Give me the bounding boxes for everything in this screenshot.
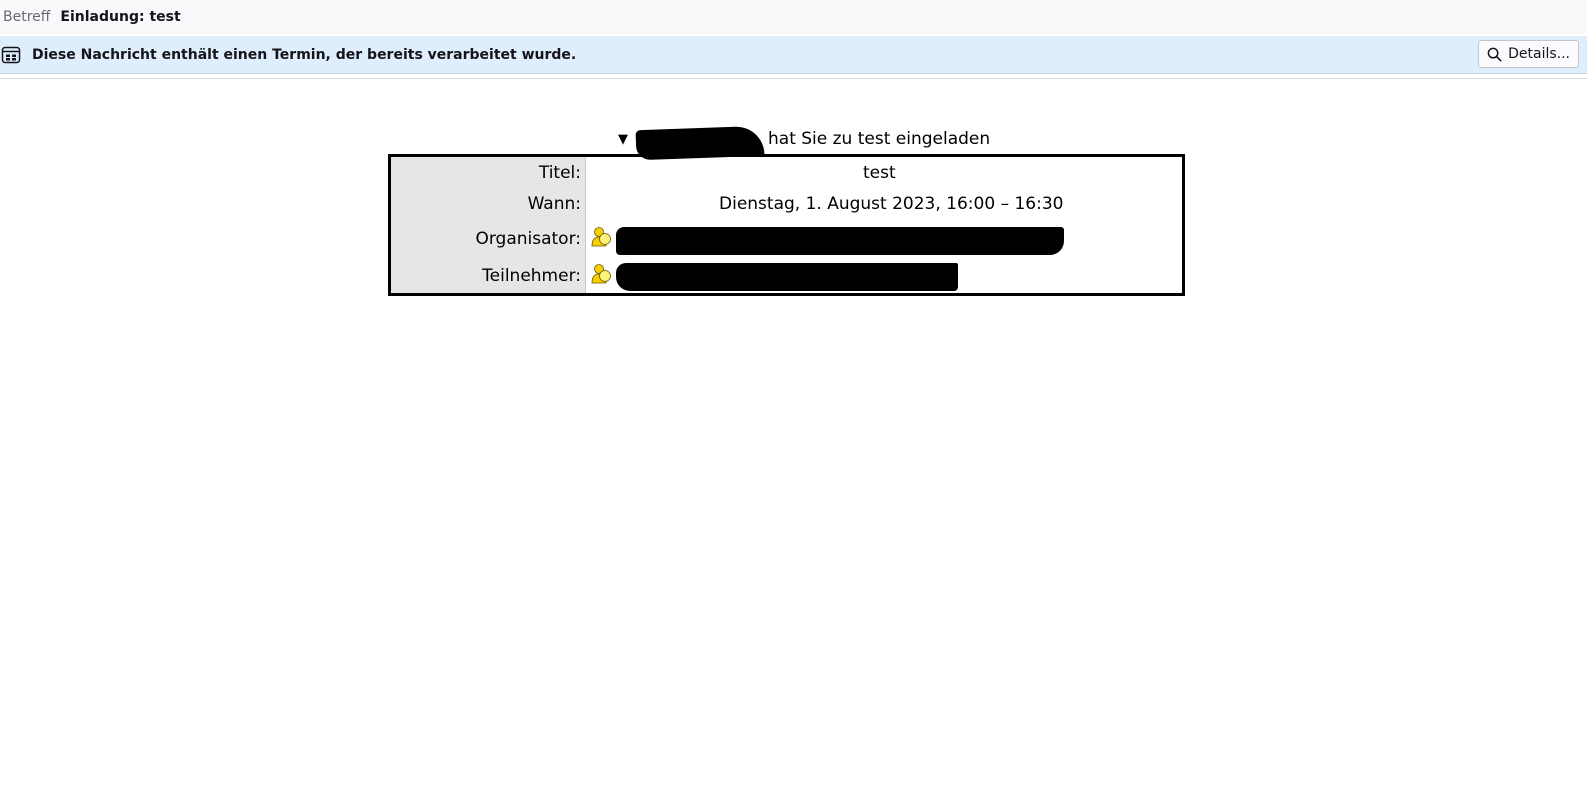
calendar-notification-bar: Diese Nachricht enthält einen Termin, de… [0,36,1587,74]
header-divider [0,78,1587,79]
value-column: test Dienstag, 1. August 2023, 16:00 – 1… [586,157,1182,293]
attendee-label: Teilnehmer: [482,266,581,286]
subject-value: Einladung: test [60,9,181,25]
subject-label: Betreff [3,9,51,25]
search-icon [1487,47,1502,62]
invitation-table: Titel: Wann: Organisator: Teilnehmer: te… [388,154,1185,296]
when-label: Wann: [527,194,581,214]
calendar-icon [0,44,22,66]
title-label: Titel: [538,163,581,183]
subject-row: Betreff Einladung: test [0,0,1587,34]
label-column: Titel: Wann: Organisator: Teilnehmer: [391,157,586,293]
redacted-attendee [616,263,958,291]
notification-text: Diese Nachricht enthält einen Termin, de… [32,46,577,63]
details-button-label: Details... [1508,46,1570,62]
disclosure-triangle-icon: ▼ [618,131,628,147]
person-icon [591,263,613,285]
redacted-organizer [616,227,1064,255]
details-button[interactable]: Details... [1478,40,1579,68]
invitation-summary-toggle[interactable]: ▼ hat Sie zu test eingeladen [618,120,991,161]
person-icon [591,226,613,248]
when-value: Dienstag, 1. August 2023, 16:00 – 16:30 [719,194,1064,214]
title-value: test [863,163,896,183]
invitation-summary-text: hat Sie zu test eingeladen [768,129,991,149]
organizer-label: Organisator: [475,229,581,249]
